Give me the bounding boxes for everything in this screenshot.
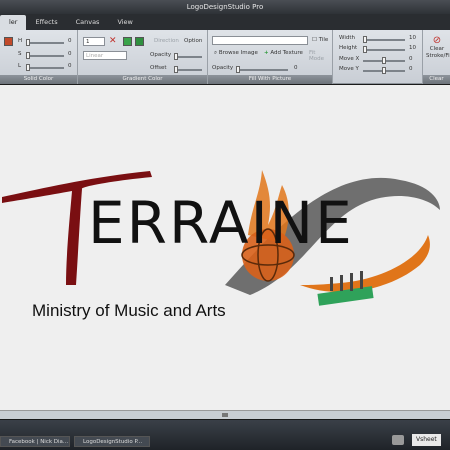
picture-opacity-value: 0 xyxy=(294,65,298,71)
h-value: 0 xyxy=(68,38,72,44)
s-slider-knob[interactable] xyxy=(26,52,30,59)
fit-mode-label: Fit Mode xyxy=(309,50,324,62)
tab-color[interactable]: ler xyxy=(0,15,27,30)
move-x-value: 0 xyxy=(409,56,413,62)
size-move-group: Width 10 Height 10 Move X 0 Move Y 0 xyxy=(333,30,423,84)
tray-badge[interactable]: Vsheet xyxy=(412,434,441,446)
l-label: L xyxy=(18,63,22,69)
tray-badge-label: Vsheet xyxy=(416,436,437,443)
plus-icon: + xyxy=(264,50,269,56)
fill-with-picture-group: ☐ Tile ⌕ Browse Image + Add Texture Fit … xyxy=(208,30,333,84)
h-label: H xyxy=(18,38,23,44)
solid-color-swatch[interactable] xyxy=(4,37,13,46)
ribbon: H 0 S 0 L 0 Solid Color 1 ✕ Direction Op… xyxy=(0,30,450,91)
h-slider[interactable] xyxy=(26,39,64,46)
move-y-slider[interactable] xyxy=(363,67,405,74)
fill-with-picture-group-label: Fill With Picture xyxy=(208,75,332,84)
color-stop-icon[interactable] xyxy=(135,37,144,46)
height-slider-knob[interactable] xyxy=(363,46,367,53)
design-canvas[interactable]: ERRAINE Ministry of Music and Arts xyxy=(0,85,450,410)
l-value: 0 xyxy=(68,63,72,69)
picture-path-field[interactable] xyxy=(212,36,308,45)
width-slider[interactable] xyxy=(363,36,405,43)
picture-opacity-label: Opacity xyxy=(212,65,234,71)
picture-opacity-slider[interactable] xyxy=(236,66,288,73)
gradient-offset-knob[interactable] xyxy=(174,66,178,73)
add-stop-icon[interactable] xyxy=(123,37,132,46)
height-slider[interactable] xyxy=(363,46,405,53)
taskbar: Facebook | Nick Dia... LogoDesignStudio … xyxy=(0,420,450,450)
move-x-label: Move X xyxy=(339,56,360,62)
gradient-color-group: 1 ✕ Direction Option Linear Opacity Offs… xyxy=(78,30,208,84)
tab-canvas[interactable]: Canvas xyxy=(67,15,109,30)
picture-opacity-knob[interactable] xyxy=(236,66,240,73)
taskbar-item-label: LogoDesignStudio P... xyxy=(83,439,143,445)
canvas-scrollbar[interactable] xyxy=(0,410,450,419)
l-slider-knob[interactable] xyxy=(26,64,30,71)
gradient-type-select[interactable]: Linear xyxy=(83,51,127,60)
tile-label: Tile xyxy=(318,37,329,43)
ribbon-tabs: ler Effects Canvas View xyxy=(0,14,450,30)
direction-label: Direction xyxy=(154,38,179,44)
clear-group: ⊘ Clear Stroke/Fill Clear Stroke xyxy=(423,30,450,91)
gradient-color-group-label: Gradient Color xyxy=(78,75,207,84)
width-label: Width xyxy=(339,35,355,41)
window-titlebar: LogoDesignStudio Pro xyxy=(0,0,450,14)
gradient-opacity-label: Opacity xyxy=(150,52,172,58)
gradient-opacity-slider[interactable] xyxy=(174,53,202,60)
height-label: Height xyxy=(339,45,358,51)
h-slider-knob[interactable] xyxy=(26,39,30,46)
l-slider[interactable] xyxy=(26,64,64,71)
solid-color-group: H 0 S 0 L 0 Solid Color xyxy=(0,30,78,84)
taskbar-item-logodesignstudio[interactable]: LogoDesignStudio P... xyxy=(74,436,150,447)
scrollbar-thumb[interactable] xyxy=(222,413,228,417)
gradient-count-value: 1 xyxy=(86,39,90,45)
tab-effects[interactable]: Effects xyxy=(26,15,66,30)
window-title: LogoDesignStudio Pro xyxy=(186,3,264,11)
s-slider[interactable] xyxy=(26,52,64,59)
taskbar-item-facebook[interactable]: Facebook | Nick Dia... xyxy=(0,436,70,447)
option-label[interactable]: Option xyxy=(184,38,202,44)
add-texture-label: Add Texture xyxy=(270,50,303,56)
s-label: S xyxy=(18,51,22,57)
gradient-opacity-knob[interactable] xyxy=(174,53,178,60)
move-y-value: 0 xyxy=(409,66,413,72)
browse-image-button[interactable]: ⌕ Browse Image xyxy=(214,50,258,57)
tab-view[interactable]: View xyxy=(108,15,141,30)
gradient-offset-slider[interactable] xyxy=(174,66,202,73)
tile-checkbox[interactable]: ☐ Tile xyxy=(312,37,328,43)
move-y-label: Move Y xyxy=(339,66,359,72)
move-x-slider[interactable] xyxy=(363,57,405,64)
clear-button-line1: Clear xyxy=(429,46,445,52)
delete-stop-icon[interactable]: ✕ xyxy=(109,36,117,46)
gradient-type-placeholder: Linear xyxy=(86,53,104,59)
width-value: 10 xyxy=(409,35,416,41)
logo-title: ERRAINE xyxy=(88,189,354,257)
hp-tray-icon[interactable] xyxy=(392,435,404,445)
gradient-offset-label: Offset xyxy=(150,65,167,71)
clear-group-label: Clear Stroke xyxy=(423,75,450,91)
s-value: 0 xyxy=(68,51,72,57)
gradient-count-select[interactable]: 1 xyxy=(83,37,105,46)
logo-subtitle: Ministry of Music and Arts xyxy=(32,301,226,320)
clear-button-line2: Stroke/Fill xyxy=(426,53,450,59)
move-y-slider-knob[interactable] xyxy=(382,67,386,74)
clear-icon: ⊘ xyxy=(432,35,442,46)
add-texture-button[interactable]: + Add Texture xyxy=(264,50,303,56)
browse-image-label: Browse Image xyxy=(218,50,258,56)
taskbar-item-label: Facebook | Nick Dia... xyxy=(9,439,69,445)
width-slider-knob[interactable] xyxy=(363,36,367,43)
clear-stroke-fill-button[interactable]: ⊘ Clear Stroke/Fill xyxy=(426,35,450,60)
solid-color-group-label: Solid Color xyxy=(0,75,77,84)
height-value: 10 xyxy=(409,45,416,51)
move-x-slider-knob[interactable] xyxy=(382,57,386,64)
